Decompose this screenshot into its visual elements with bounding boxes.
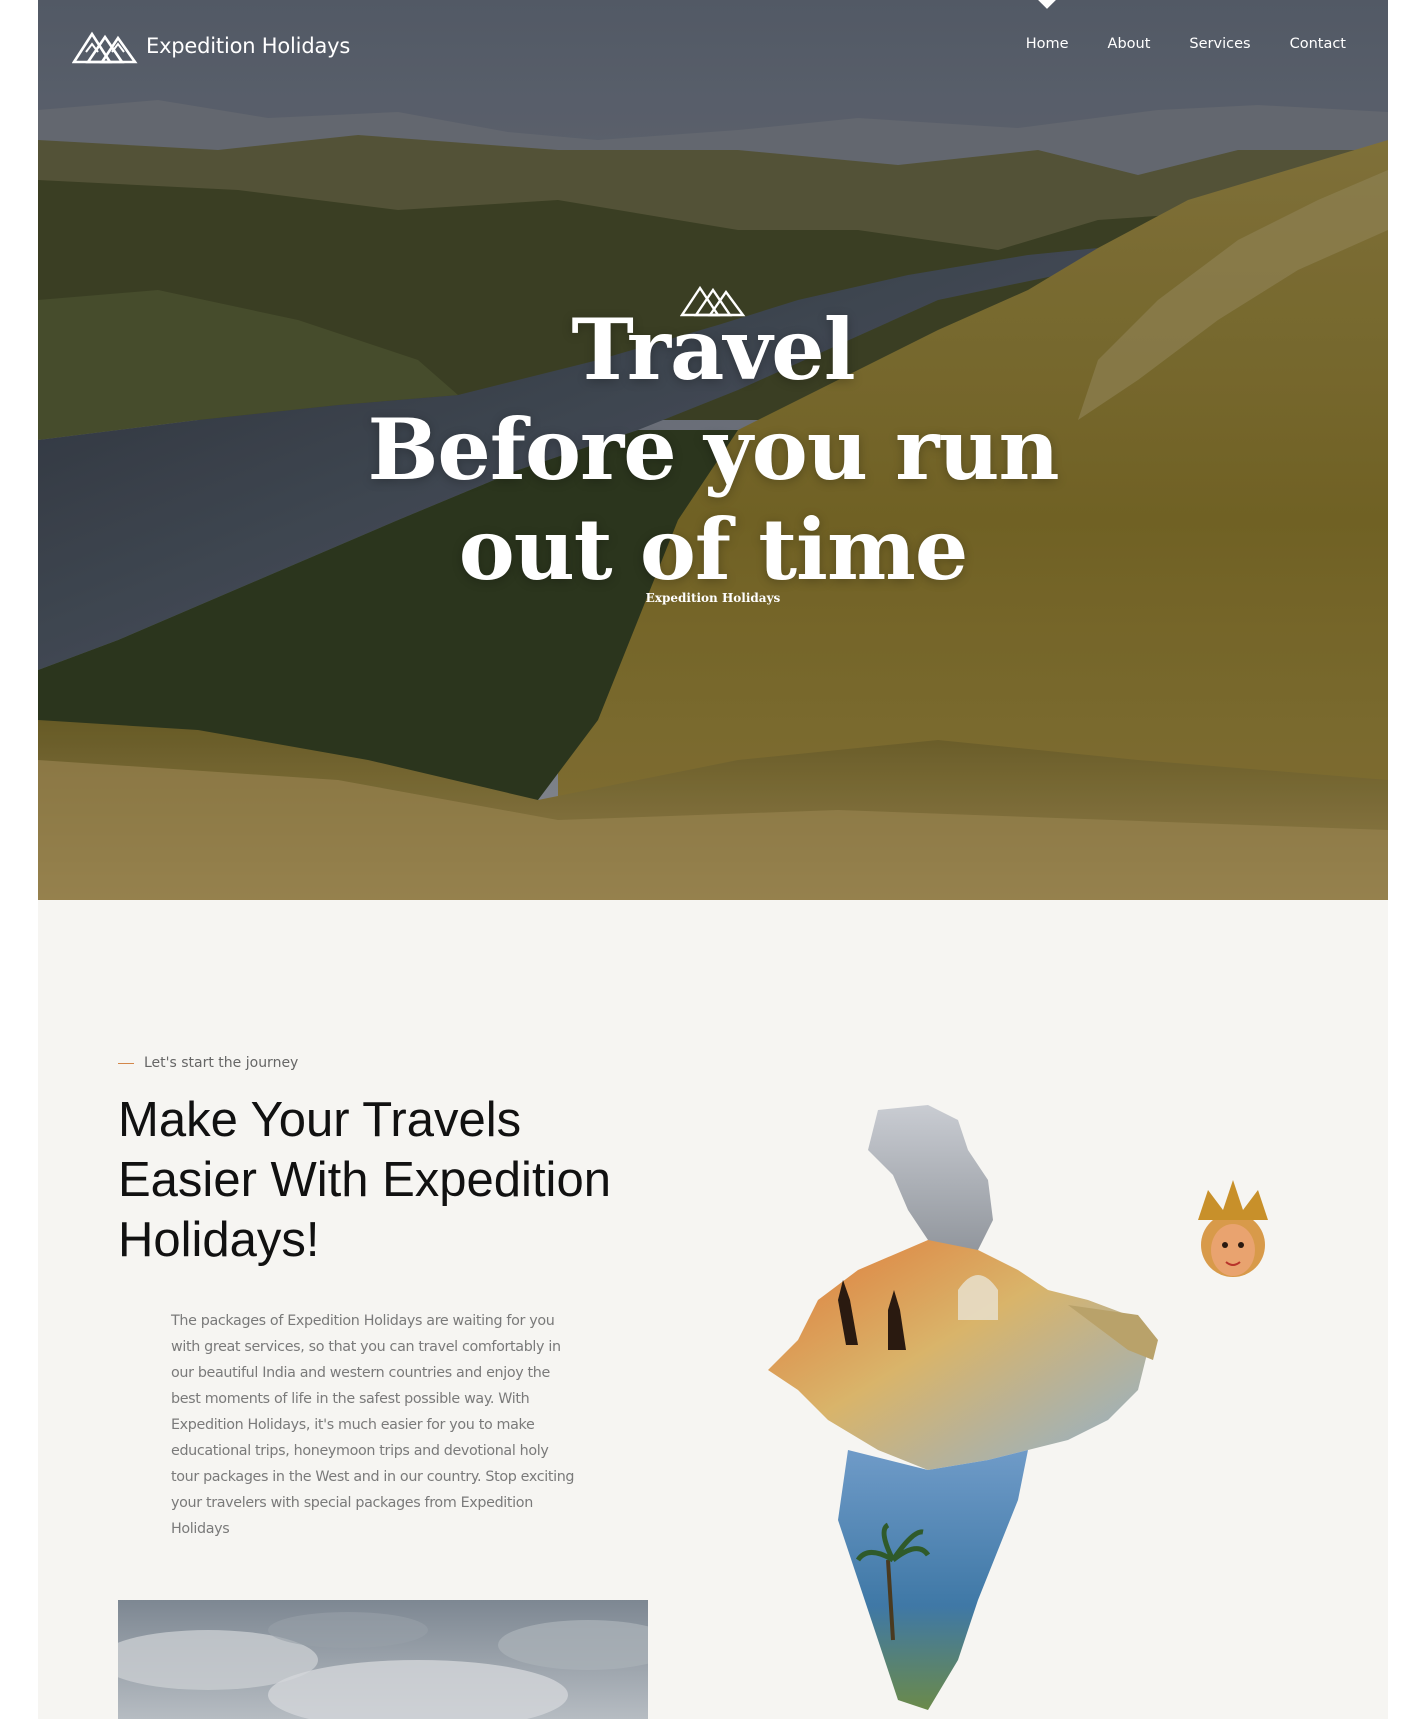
hero-title: Travel Before you run out of time — [38, 300, 1388, 600]
eyebrow-text: Let's start the journey — [144, 1055, 299, 1071]
india-collage-map — [728, 1100, 1308, 1719]
nav-services[interactable]: Services — [1189, 36, 1250, 52]
brand-logo[interactable]: Expedition Holidays — [72, 28, 350, 64]
nav-about[interactable]: About — [1108, 36, 1151, 52]
eyebrow-dash — [118, 1062, 134, 1064]
active-nav-indicator — [1037, 0, 1058, 9]
hero-title-line-3: out of time — [458, 500, 969, 599]
page: Expedition Holidays Home About Services … — [38, 0, 1388, 1719]
nav-home[interactable]: Home — [1025, 0, 1069, 52]
nav-contact-label: Contact — [1289, 36, 1346, 52]
about-title-line-2: Easier With Expedition — [118, 1153, 611, 1207]
sky-photo — [118, 1600, 648, 1719]
about-title: Make Your Travels Easier With Expedition… — [118, 1090, 678, 1270]
nav-contact[interactable]: Contact — [1290, 36, 1346, 52]
main-nav: Home About Services Contact — [987, 0, 1346, 52]
nav-about-label: About — [1107, 36, 1151, 52]
about-body-text: The packages of Expedition Holidays are … — [171, 1313, 575, 1537]
about-title-line-3: Holidays! — [118, 1213, 320, 1267]
top-navbar: Expedition Holidays Home About Services … — [38, 0, 1388, 100]
about-title-line-1: Make Your Travels — [118, 1093, 522, 1147]
hero-title-line-2: Before you run — [367, 400, 1059, 499]
brand-name: Expedition Holidays — [146, 34, 351, 58]
hero-title-line-1: Travel — [571, 300, 855, 399]
nav-home-label: Home — [1025, 36, 1069, 52]
mountains-logo-icon — [72, 28, 138, 64]
section-eyebrow: Let's start the journey — [118, 1055, 298, 1071]
nav-services-label: Services — [1189, 36, 1251, 52]
hero-subtitle: Expedition Holidays — [645, 591, 781, 605]
hero-section: Expedition Holidays Home About Services … — [38, 0, 1388, 900]
